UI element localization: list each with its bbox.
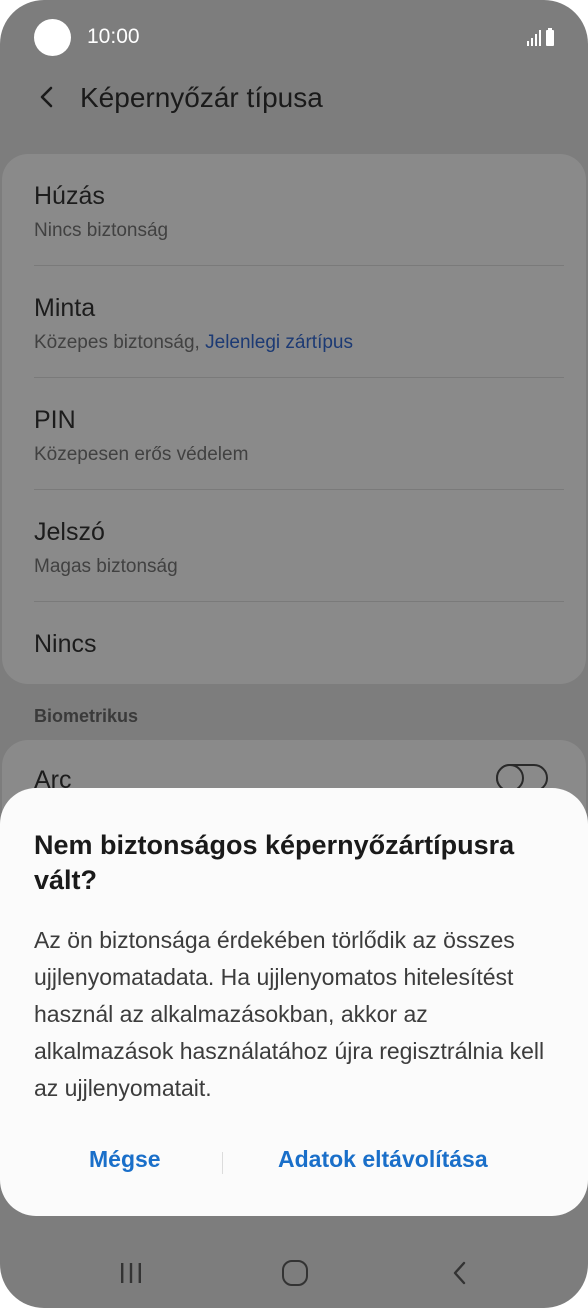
lock-option-password[interactable]: Jelszó Magas biztonság [2,490,586,602]
lock-option-pin[interactable]: PIN Közepesen erős védelem [2,378,586,490]
option-subtitle: Nincs biztonság [34,220,169,241]
option-title: Jelszó [34,518,105,546]
biometrics-section-label: Biometrikus [34,706,139,726]
option-subtitle: Magas biztonság [34,556,178,577]
cancel-button[interactable]: Mégse [89,1146,161,1173]
camera-cutout [34,19,71,56]
lock-type-list: Húzás Nincs biztonság Minta Közepes bizt… [2,154,586,684]
lock-option-pattern[interactable]: Minta Közepes biztonság, Jelenlegi zártí… [2,266,586,378]
home-icon[interactable] [282,1260,308,1286]
signal-battery-icon [527,28,554,46]
recent-apps-icon[interactable] [118,1260,144,1286]
option-title: Húzás [34,182,105,210]
navigation-bar [0,1240,588,1308]
button-separator [222,1152,223,1174]
page-title: Képernyőzár típusa [80,82,323,113]
dialog-message: Az ön biztonsága érdekében törlődik az ö… [34,927,545,1101]
option-subtitle-text: Közepes biztonság, [34,332,206,353]
nav-back-icon[interactable] [448,1260,472,1286]
option-title: Nincs [34,630,97,658]
option-subtitle: Közepes biztonság, Jelenlegi zártípus [34,332,353,354]
remove-data-button[interactable]: Adatok eltávolítása [278,1146,488,1173]
lock-option-swipe[interactable]: Húzás Nincs biztonság [2,154,586,266]
chevron-left-icon[interactable] [34,84,60,110]
dialog-title: Nem biztonságos képernyőzártípusra vált? [34,830,515,895]
option-title: Minta [34,294,96,322]
current-lock-type-label: Jelenlegi zártípus [205,332,353,353]
app-header: Képernyőzár típusa [0,74,588,124]
lock-option-none[interactable]: Nincs [2,602,586,684]
option-title: PIN [34,406,76,434]
status-bar: 10:00 [0,0,588,74]
phone-screen: 10:00 Képernyőzár típusa Húzás Nincs biz… [0,0,588,1308]
status-time: 10:00 [87,25,140,48]
option-subtitle: Közepesen erős védelem [34,444,249,465]
confirm-dialog: Nem biztonságos képernyőzártípusra vált?… [0,788,588,1216]
